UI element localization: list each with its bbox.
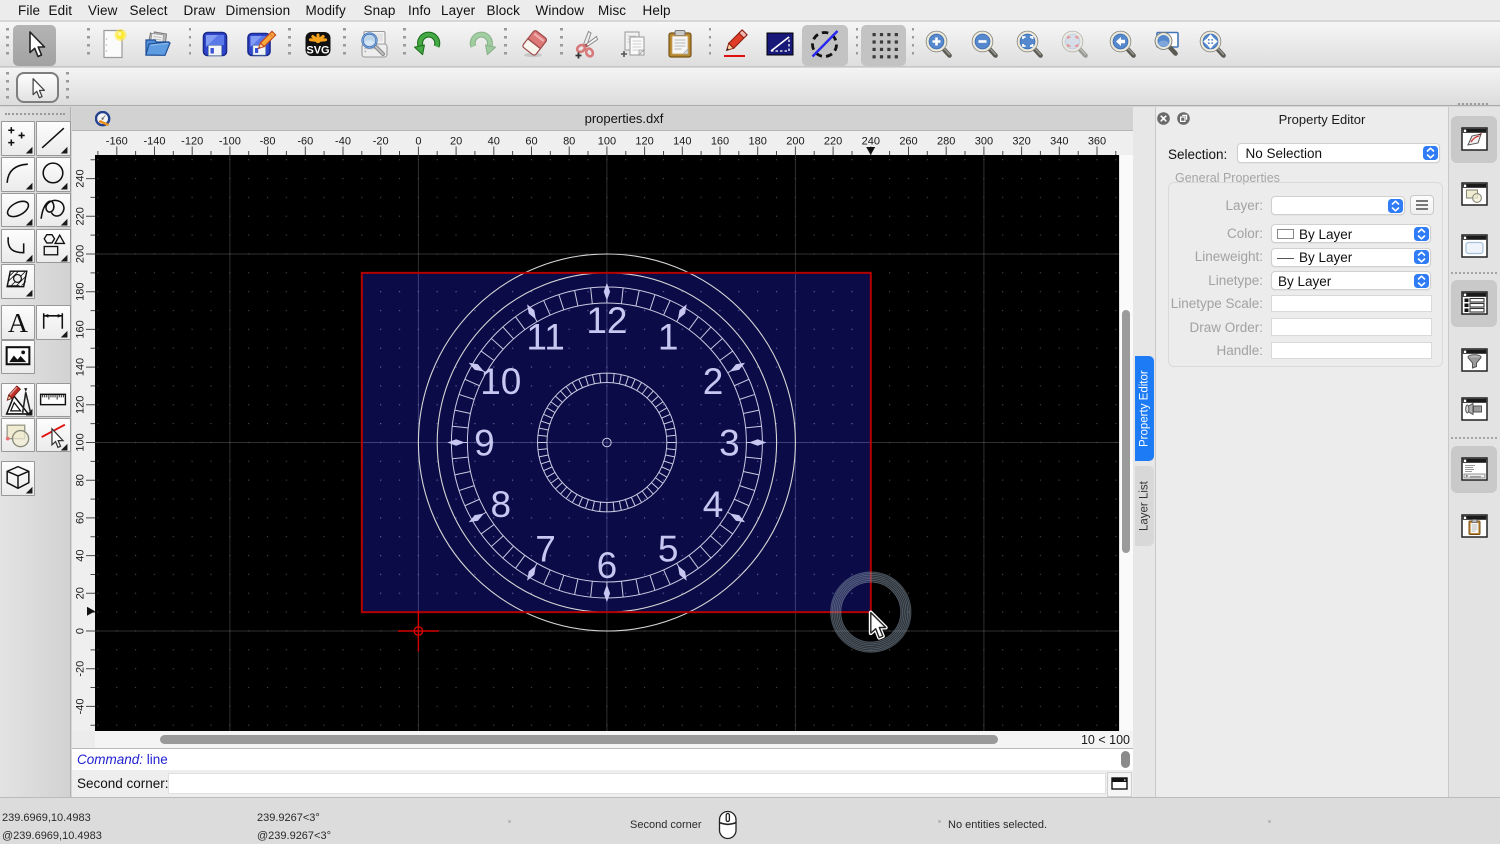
svg-text:3: 3 <box>719 423 740 464</box>
svg-text:-60: -60 <box>297 135 313 147</box>
svg-text:160: 160 <box>75 320 87 338</box>
svg-text:240: 240 <box>862 135 880 147</box>
svg-text:-100: -100 <box>219 135 241 147</box>
svg-text:-20: -20 <box>373 135 389 147</box>
svg-text:-140: -140 <box>143 135 165 147</box>
svg-text:5: 5 <box>658 529 679 570</box>
svg-text:12: 12 <box>586 300 627 341</box>
svg-text:-120: -120 <box>181 135 203 147</box>
svg-text:180: 180 <box>75 283 87 301</box>
svg-text:-40: -40 <box>75 698 87 714</box>
svg-text:60: 60 <box>525 135 537 147</box>
svg-text:-20: -20 <box>75 661 87 677</box>
svg-text:4: 4 <box>703 484 724 525</box>
svg-text:1: 1 <box>658 316 679 357</box>
svg-text:120: 120 <box>75 396 87 414</box>
svg-text:10: 10 <box>480 361 521 402</box>
svg-text:A: A <box>8 308 28 338</box>
svg-text:-40: -40 <box>335 135 351 147</box>
svg-text:140: 140 <box>75 358 87 376</box>
svg-text:160: 160 <box>711 135 729 147</box>
svg-text:0: 0 <box>75 628 87 634</box>
svg-text:80: 80 <box>563 135 575 147</box>
svg-text:40: 40 <box>75 549 87 561</box>
svg-text:7: 7 <box>535 529 556 570</box>
svg-text:140: 140 <box>673 135 691 147</box>
svg-text:20: 20 <box>450 135 462 147</box>
svg-text:100: 100 <box>75 433 87 451</box>
svg-text:60: 60 <box>75 512 87 524</box>
svg-text:220: 220 <box>75 207 87 225</box>
svg-text:20: 20 <box>75 587 87 599</box>
svg-text:320: 320 <box>1012 135 1030 147</box>
svg-text:100: 100 <box>598 135 616 147</box>
svg-text:11: 11 <box>526 316 564 357</box>
svg-text:360: 360 <box>1088 135 1106 147</box>
svg-text:260: 260 <box>899 135 917 147</box>
svg-text:240: 240 <box>75 169 87 187</box>
svg-text:-80: -80 <box>260 135 276 147</box>
svg-text:200: 200 <box>786 135 804 147</box>
svg-text:220: 220 <box>824 135 842 147</box>
svg-text:180: 180 <box>749 135 767 147</box>
svg-text:300: 300 <box>975 135 993 147</box>
svg-text:280: 280 <box>937 135 955 147</box>
svg-text:SVG: SVG <box>306 45 329 57</box>
svg-text:-160: -160 <box>106 135 128 147</box>
svg-text:0: 0 <box>415 135 421 147</box>
svg-text:200: 200 <box>75 245 87 263</box>
svg-text:340: 340 <box>1050 135 1068 147</box>
svg-text:8: 8 <box>491 484 512 525</box>
svg-text:80: 80 <box>75 474 87 486</box>
svg-text:40: 40 <box>488 135 500 147</box>
svg-text:2: 2 <box>703 361 724 402</box>
svg-text:6: 6 <box>597 545 618 586</box>
svg-text:120: 120 <box>635 135 653 147</box>
svg-text:9: 9 <box>474 423 495 464</box>
